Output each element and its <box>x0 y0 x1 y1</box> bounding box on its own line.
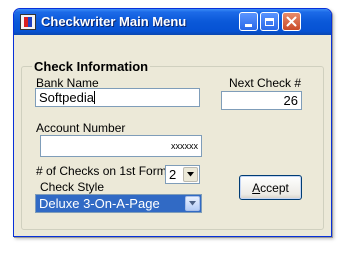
close-icon <box>286 16 297 27</box>
check-style-label: Check Style <box>40 180 105 194</box>
checks-per-form-label: # of Checks on 1st Form <box>36 164 167 178</box>
group-title: Check Information <box>32 59 151 74</box>
check-style-value: Deluxe 3-On-A-Page <box>39 196 160 211</box>
chevron-down-icon <box>189 201 196 206</box>
checks-per-form-value: 2 <box>169 167 177 182</box>
maximize-button[interactable] <box>260 12 279 31</box>
account-number-label: Account Number <box>36 121 126 135</box>
chevron-down-icon <box>187 172 194 177</box>
accept-button[interactable]: Accept <box>239 175 302 200</box>
account-number-value: xxxxxx <box>171 141 198 151</box>
check-style-select[interactable]: Deluxe 3-On-A-Page <box>35 194 202 213</box>
accept-accelerator: A <box>252 180 261 195</box>
main-window: Checkwriter Main Menu Check Information … <box>13 8 332 237</box>
bank-name-value: Softpedia <box>39 90 94 105</box>
next-check-value: 26 <box>283 93 298 108</box>
maximize-icon <box>265 17 274 26</box>
title-bar[interactable]: Checkwriter Main Menu <box>14 9 331 35</box>
next-check-label: Next Check # <box>229 76 302 90</box>
app-icon[interactable] <box>20 14 36 30</box>
dropdown-button[interactable] <box>185 196 200 211</box>
minimize-icon <box>245 23 252 27</box>
close-button[interactable] <box>282 12 301 31</box>
window-title: Checkwriter Main Menu <box>41 14 187 29</box>
next-check-input[interactable]: 26 <box>221 91 302 110</box>
bank-name-input[interactable]: Softpedia <box>35 88 200 107</box>
accept-label: ccept <box>260 180 289 195</box>
account-number-input[interactable]: xxxxxx <box>40 135 202 157</box>
dropdown-button[interactable] <box>183 167 198 182</box>
checks-per-form-select[interactable]: 2 <box>165 165 200 184</box>
minimize-button[interactable] <box>239 12 258 31</box>
